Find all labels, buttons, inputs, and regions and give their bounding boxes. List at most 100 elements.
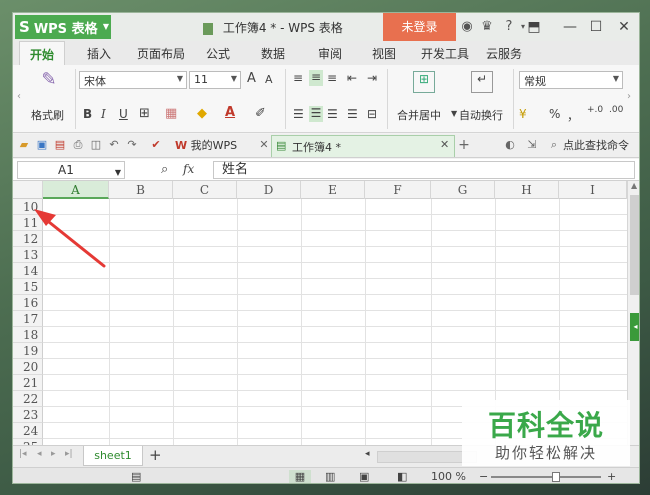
name-box[interactable]: A1 ▼ [17,161,125,179]
row-header[interactable]: 24 [13,423,43,439]
increase-decimal-icon[interactable]: +.0 [587,105,603,115]
close-tab-icon[interactable]: ✕ [257,138,271,152]
indent-increase-icon[interactable]: ⇥ [367,71,377,85]
tab-home[interactable]: 开始 [19,41,66,65]
cell-style-icon[interactable]: ▦ [165,106,177,121]
tab-review[interactable]: 审阅 [318,45,342,62]
normal-view-icon[interactable]: ▦ [289,470,311,483]
vertical-scroll-thumb[interactable] [630,195,639,295]
customize-icon[interactable]: ✔ [149,138,163,152]
sheet-nav-last-icon[interactable]: ▸| [65,449,73,459]
row-header[interactable]: 16 [13,295,43,311]
chevron-down-icon[interactable]: ▼ [451,109,457,118]
column-header[interactable]: H [495,181,559,199]
find-command-button[interactable]: 点此查找命令 [561,136,629,156]
share-icon[interactable]: ⇲ [525,138,539,152]
column-header[interactable]: D [237,181,301,199]
print-preview-icon[interactable]: ◫ [89,138,103,152]
save-icon[interactable]: ▣ [35,138,49,152]
tab-view[interactable]: 视图 [372,45,396,62]
tab-workbook[interactable]: ▤ 工作簿4 * ✕ [271,135,455,157]
close-button[interactable]: ✕ [613,17,635,37]
sheet-nav-next-icon[interactable]: ▸ [51,449,56,459]
column-header[interactable]: C [173,181,237,199]
hscroll-left-icon[interactable]: ◂ [365,449,370,459]
redo-icon[interactable]: ↷ [125,138,139,152]
page-layout-view-icon[interactable]: ▥ [325,470,335,483]
open-folder-icon[interactable]: ▰ [17,138,31,152]
clear-format-icon[interactable]: ✐ [255,106,266,121]
scroll-right-icon[interactable]: › [627,91,631,102]
new-tab-icon[interactable]: + [457,138,471,152]
tab-data[interactable]: 数据 [261,45,285,62]
distributed-icon[interactable]: ⊟ [367,107,377,121]
sheet-nav-first-icon[interactable]: |◂ [19,449,27,459]
select-all-corner[interactable] [13,181,43,199]
align-bottom-icon[interactable]: ≡ [327,71,337,85]
app-menu-button[interactable]: S WPS 表格 ▼ [15,15,111,39]
grow-font-button[interactable]: A [247,71,256,86]
font-color-icon[interactable]: A [225,105,235,120]
align-left-icon[interactable]: ☰ [293,107,304,121]
login-button[interactable]: 未登录 [383,13,456,41]
merge-center-button[interactable]: 合并居中 [397,107,441,123]
format-painter-button[interactable]: 格式刷 [31,107,64,123]
column-header[interactable]: I [559,181,627,199]
print-icon[interactable]: ⎙ [71,138,85,152]
row-header[interactable]: 22 [13,391,43,407]
align-middle-icon[interactable]: ≡ [309,70,323,86]
column-header[interactable]: G [431,181,495,199]
scroll-up-icon[interactable]: ▲ [631,181,637,190]
align-top-icon[interactable]: ≡ [293,71,303,85]
tab-my-wps[interactable]: W 我的WPS [173,136,237,156]
column-header[interactable]: E [301,181,365,199]
close-tab-icon[interactable]: ✕ [440,138,449,151]
tab-page-layout[interactable]: 页面布局 [137,45,185,62]
align-center-icon[interactable]: ☰ [309,106,323,122]
tab-developer[interactable]: 开发工具 [421,45,469,62]
add-sheet-button[interactable]: + [149,446,162,464]
row-header[interactable]: 14 [13,263,43,279]
sheet-tab[interactable]: sheet1 [83,446,143,466]
font-name-select[interactable]: 宋体 ▼ [79,71,187,89]
row-header[interactable]: 21 [13,375,43,391]
borders-icon[interactable]: ⊞ [139,106,150,121]
side-panel-toggle[interactable]: ◂ [630,313,639,341]
row-header[interactable]: 13 [13,247,43,263]
fill-color-icon[interactable]: ◆ [197,106,207,121]
scroll-left-icon[interactable]: ‹ [17,91,21,102]
percent-button[interactable]: % [549,107,560,121]
number-format-select[interactable]: 常规 ▼ [519,71,623,89]
restore-ribbon-icon[interactable]: ⬒ [523,17,545,37]
row-header[interactable]: 23 [13,407,43,423]
online-doc-icon[interactable]: ◐ [503,138,517,152]
undo-icon[interactable]: ↶ [107,138,121,152]
row-header[interactable]: 17 [13,311,43,327]
zoom-slider[interactable] [491,476,601,478]
zoom-slider-thumb[interactable] [552,472,560,482]
row-header[interactable]: 11 [13,215,43,231]
search-icon[interactable]: ⌕ [547,138,561,152]
shrink-font-button[interactable]: A [265,73,273,86]
tab-insert[interactable]: 插入 [87,45,111,62]
reading-mode-icon[interactable]: ◧ [397,470,407,483]
column-header[interactable]: A [43,181,109,199]
wrap-text-button[interactable]: 自动换行 [459,107,503,123]
shield-icon[interactable]: ◉ [459,18,475,36]
row-header[interactable]: 20 [13,359,43,375]
decrease-decimal-icon[interactable]: .00 [609,105,623,115]
font-size-select[interactable]: 11 ▼ [189,71,241,89]
italic-button[interactable]: I [101,107,106,121]
zoom-out-icon[interactable]: − [479,470,488,483]
row-header[interactable]: 15 [13,279,43,295]
zoom-level[interactable]: 100 % [431,470,466,483]
column-header[interactable]: F [365,181,431,199]
tab-formulas[interactable]: 公式 [206,45,230,62]
row-header[interactable]: 18 [13,327,43,343]
indent-decrease-icon[interactable]: ⇤ [347,71,357,85]
maximize-button[interactable]: ☐ [585,17,607,37]
zoom-in-icon[interactable]: + [607,470,616,483]
formula-input[interactable]: 姓名 [213,161,635,179]
sheet-nav-prev-icon[interactable]: ◂ [37,449,42,459]
comma-style-button[interactable]: ， [567,107,579,124]
